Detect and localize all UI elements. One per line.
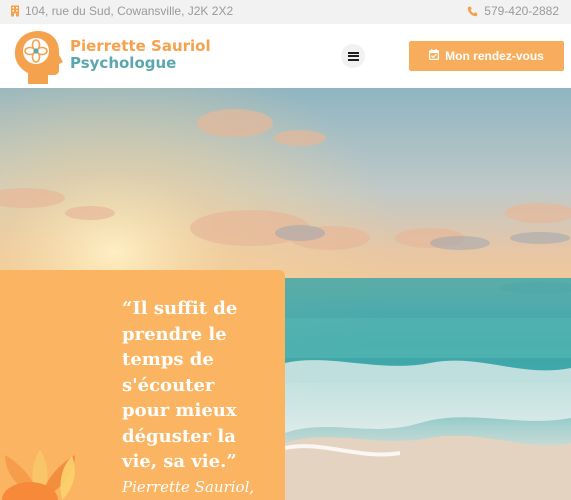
phone-icon [467, 6, 478, 17]
brand-text[interactable]: Pierrette Sauriol Psychologue [70, 38, 211, 72]
top-info-bar: 104, rue du Sud, Cowansville, J2K 2X2 57… [0, 0, 571, 24]
brand-logo[interactable] [10, 29, 66, 85]
hamburger-menu-icon [347, 51, 359, 61]
brand-name: Pierrette Sauriol [70, 37, 211, 55]
brand-subtitle: Psychologue [70, 54, 177, 72]
hamburger-menu-button[interactable] [341, 44, 365, 68]
site-header: Pierrette Sauriol Psychologue Mon rendez… [0, 24, 571, 88]
phone-block[interactable]: 579-420-2882 [467, 4, 559, 18]
appointment-button-label: Mon rendez-vous [445, 49, 544, 63]
flower-decoration-icon [2, 450, 75, 500]
calendar-check-icon [429, 49, 440, 63]
quote-signature: Pierrette Sauriol, [122, 478, 255, 496]
address-block: 104, rue du Sud, Cowansville, J2K 2X2 [10, 4, 233, 18]
phone-number[interactable]: 579-420-2882 [484, 4, 559, 18]
building-icon [10, 5, 20, 17]
address-text: 104, rue du Sud, Cowansville, J2K 2X2 [25, 4, 234, 18]
hero-quote: “Il suffit de prendre le temps de s'écou… [122, 298, 238, 472]
appointment-button[interactable]: Mon rendez-vous [409, 41, 564, 71]
